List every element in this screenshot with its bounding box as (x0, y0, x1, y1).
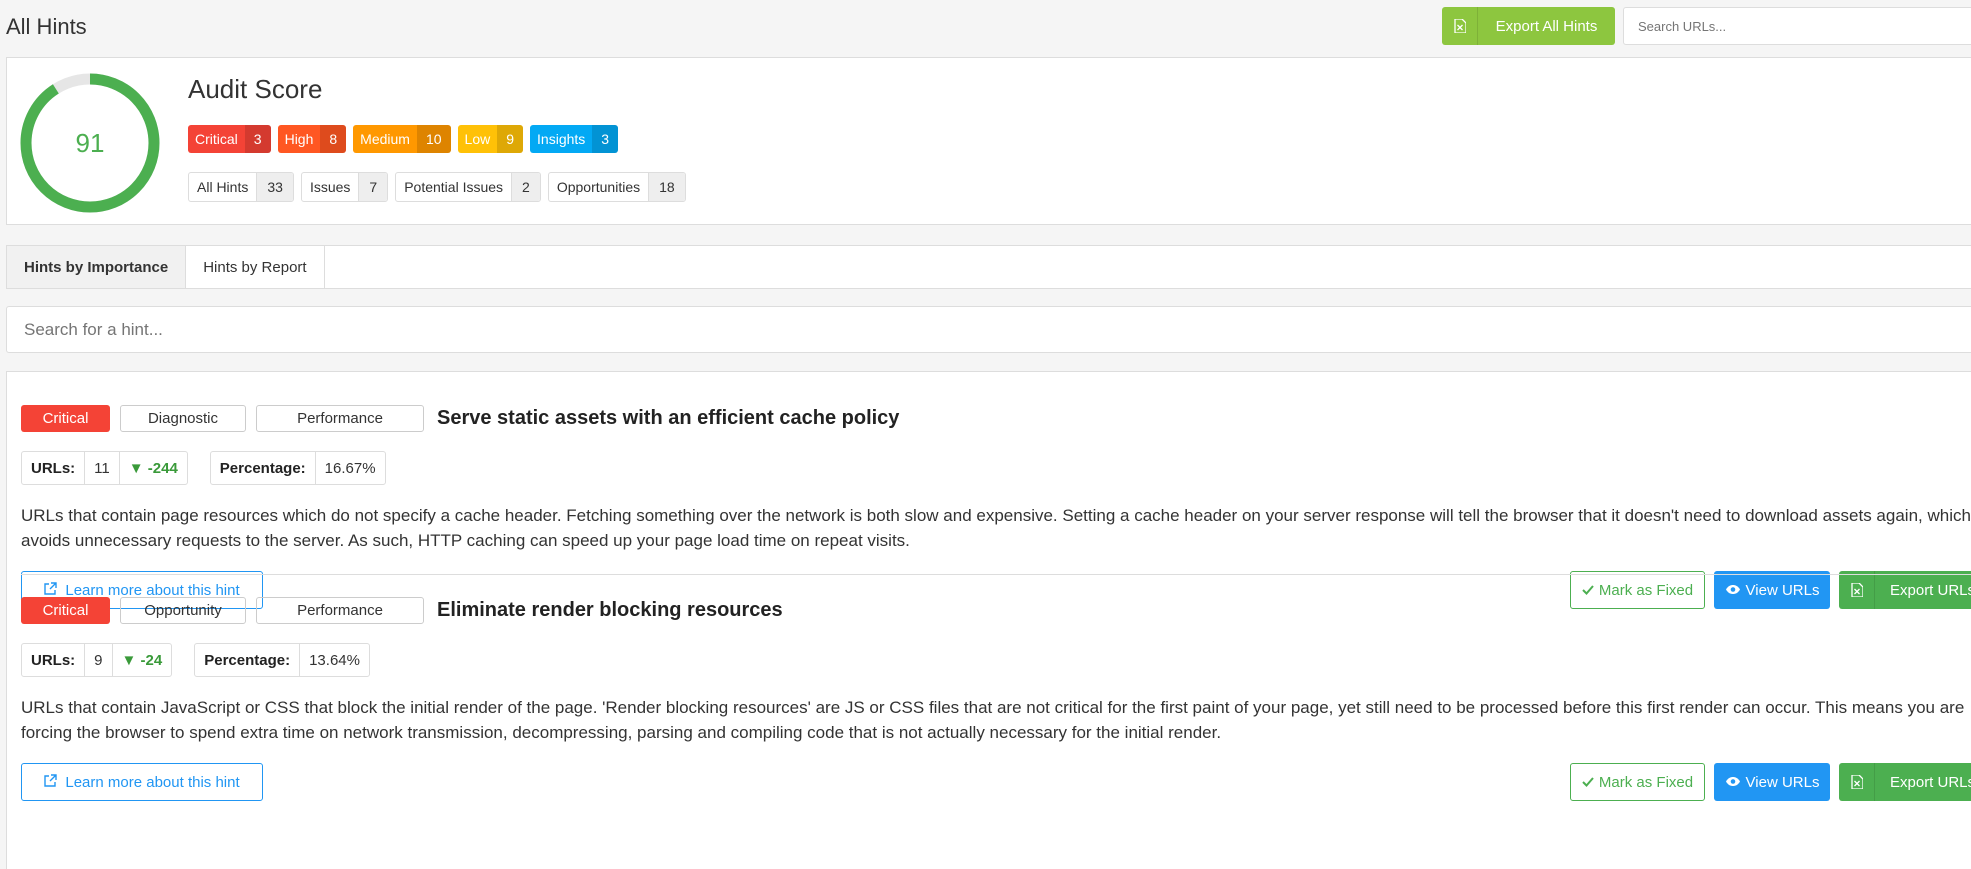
severity-count: 9 (497, 125, 524, 153)
hint-item: Critical Diagnostic Performance Serve stati… (7, 372, 1971, 609)
check-icon (1582, 774, 1594, 791)
urls-delta: ▼ -244 (128, 459, 178, 477)
file-excel-icon (1442, 7, 1478, 45)
hint-title: Eliminate render blocking resources (437, 599, 783, 621)
hint-search-input[interactable] (6, 306, 1971, 353)
count-value: 7 (358, 173, 388, 201)
severity-count: 3 (244, 125, 271, 153)
hint-stats: URLs: 11 ▼ -244 Percentage: 16.67% (21, 451, 386, 485)
severity-tag: Critical (21, 597, 110, 624)
urls-count: 11 (85, 452, 120, 484)
page-title: All Hints (6, 14, 87, 39)
count-label: Issues (309, 179, 351, 195)
audit-score-panel: 91 Audit Score Critical 3 High 8 Medium 10 Low… (6, 57, 1971, 225)
percentage-value: 13.64% (309, 651, 360, 669)
audit-score-title: Audit Score (188, 74, 323, 104)
hint-title: Serve static assets with an efficient ca… (437, 407, 900, 429)
count-badge-issues[interactable]: Issues 7 (300, 172, 389, 202)
audit-score-gauge: 91 (20, 73, 160, 213)
category-tag: Opportunity (120, 597, 246, 624)
export-all-hints-label: Export All Hints (1495, 17, 1598, 35)
type-tag: Performance (256, 597, 424, 624)
percentage-label: Percentage: (195, 644, 301, 676)
external-link-icon (44, 773, 58, 791)
percentage-stat: Percentage: 16.67% (209, 451, 386, 485)
type-tag: Performance (256, 405, 424, 432)
eye-icon (1725, 774, 1741, 791)
export-urls-button[interactable]: Export URLs (1839, 763, 1971, 801)
learn-more-label: Learn more about this hint (65, 773, 240, 791)
urls-label: URLs: (22, 452, 86, 484)
file-excel-icon (1839, 763, 1875, 801)
percentage-stat: Percentage: 13.64% (194, 643, 370, 677)
view-urls-button[interactable]: View URLs (1714, 763, 1830, 801)
count-badge-potential-issues[interactable]: Potential Issues 2 (395, 172, 541, 202)
hint-tabs: Hints by Importance Hints by Report (6, 245, 1971, 289)
severity-count: 10 (416, 125, 451, 153)
hint-description: URLs that contain page resources which d… (21, 506, 1971, 550)
learn-more-button[interactable]: Learn more about this hint (21, 763, 263, 801)
hint-description: URLs that contain JavaScript or CSS that… (21, 698, 1965, 742)
count-label: Potential Issues (404, 179, 504, 195)
hint-stats: URLs: 9 ▼ -24 Percentage: 13.64% (21, 643, 370, 677)
severity-badges: Critical 3 High 8 Medium 10 Low 9 Insights 3 (188, 125, 619, 153)
hint-tags: Critical Diagnostic Performance Serve stati… (21, 405, 899, 432)
hints-list: Critical Diagnostic Performance Serve stati… (6, 371, 1971, 869)
count-value: 2 (511, 173, 540, 201)
percentage-label: Percentage: (211, 452, 316, 484)
hint-count-badges: All Hints 33 Issues 7 Potential Issues 2 Oppor… (188, 172, 686, 202)
severity-badge-high[interactable]: High 8 (277, 125, 347, 153)
count-value: 18 (648, 173, 685, 201)
export-urls-label: Export URLs (1890, 773, 1971, 791)
severity-badge-critical[interactable]: Critical 3 (188, 125, 271, 153)
urls-stat: URLs: 9 ▼ -24 (21, 643, 173, 677)
urls-label: URLs: (22, 644, 86, 676)
search-urls-input[interactable] (1623, 7, 1971, 45)
severity-count: 8 (320, 125, 347, 153)
count-value: 33 (256, 173, 293, 201)
audit-score-value: 91 (76, 128, 105, 158)
severity-tag: Critical (21, 405, 110, 432)
urls-count: 9 (85, 644, 113, 676)
count-badge-opportunities[interactable]: Opportunities 18 (547, 172, 686, 202)
tab-hints-by-importance[interactable]: Hints by Importance (7, 246, 187, 288)
urls-stat: URLs: 11 ▼ -244 (21, 451, 188, 485)
severity-label: Insights (537, 131, 586, 147)
view-urls-label: View URLs (1745, 773, 1820, 791)
severity-label: Critical (195, 131, 238, 147)
count-label: All Hints (197, 179, 249, 195)
export-all-hints-button[interactable]: Export All Hints (1442, 7, 1615, 45)
severity-badge-insights[interactable]: Insights 3 (530, 125, 619, 153)
count-badge-all-hints[interactable]: All Hints 33 (188, 172, 294, 202)
severity-badge-low[interactable]: Low 9 (457, 125, 524, 153)
tab-hints-by-report[interactable]: Hints by Report (186, 246, 325, 288)
mark-as-fixed-button[interactable]: Mark as Fixed (1570, 763, 1705, 801)
hint-item: Critical Opportunity Performance Eliminate … (7, 564, 1971, 801)
count-label: Opportunities (556, 179, 641, 195)
severity-label: Medium (360, 131, 410, 147)
category-tag: Diagnostic (120, 405, 246, 432)
hint-actions: Mark as Fixed View URLs Export URLs (1570, 763, 1971, 801)
urls-delta: ▼ -24 (121, 651, 163, 669)
hint-tags: Critical Opportunity Performance Eliminate … (21, 597, 783, 624)
percentage-value: 16.67% (324, 459, 376, 477)
severity-badge-medium[interactable]: Medium 10 (353, 125, 451, 153)
severity-count: 3 (592, 125, 619, 153)
mark-as-fixed-label: Mark as Fixed (1598, 773, 1694, 791)
severity-label: High (284, 131, 314, 147)
severity-label: Low (464, 131, 491, 147)
